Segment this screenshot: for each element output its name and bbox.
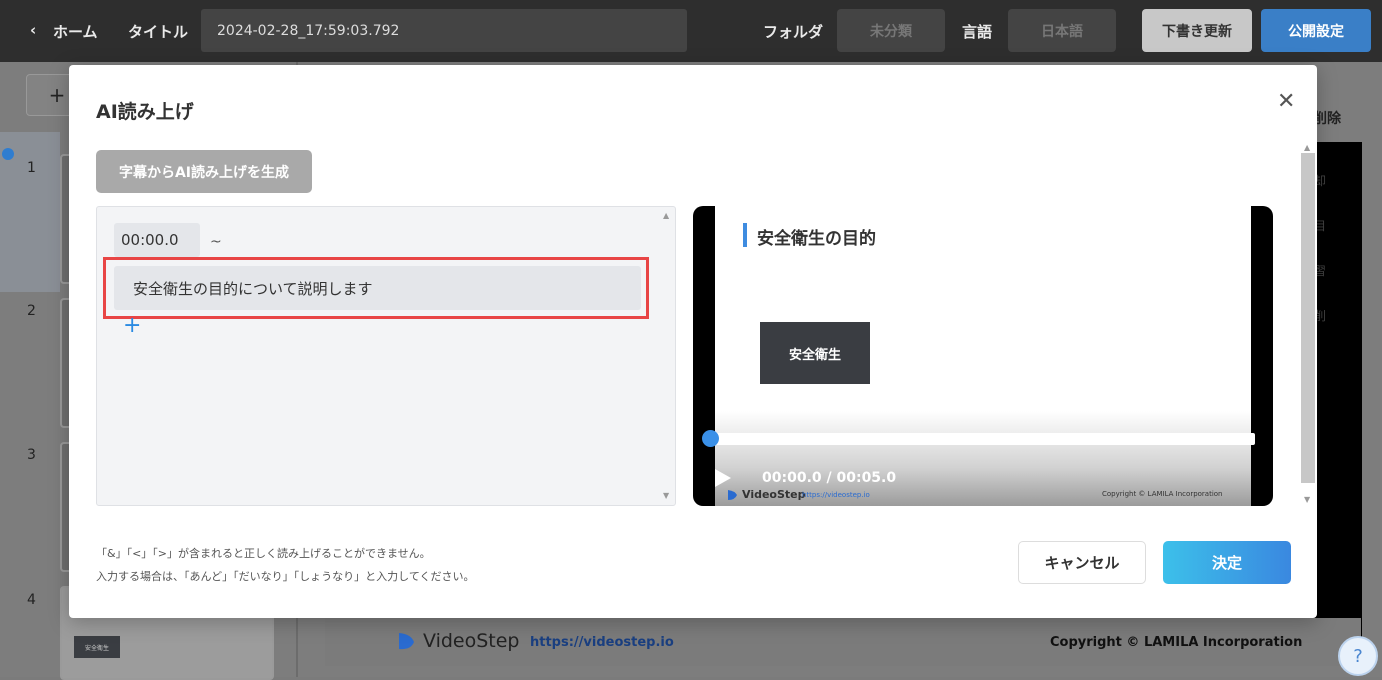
title-input[interactable] [201,9,687,52]
close-icon[interactable]: ✕ [1277,89,1295,114]
scroll-down-arrow-icon[interactable]: ▼ [663,491,669,500]
seek-bar[interactable] [710,433,1255,445]
draft-update-button[interactable]: 下書き更新 [1142,9,1252,52]
preview-url: https://videostep.io [802,491,870,499]
play-icon[interactable] [715,469,731,487]
videostep-logo-icon [399,633,414,650]
ai-narration-dialog: AI読み上げ ✕ 字幕からAI読み上げを生成 00:00.0 ~ 安全衛生の目的… [69,65,1317,618]
help-button[interactable]: ? [1338,636,1378,676]
video-preview[interactable]: 安全衛生の目的 安全衛生 00:00.0 / 00:05.0 VideoStep… [693,206,1273,506]
scroll-down-arrow-icon[interactable]: ▼ [1304,495,1310,504]
narration-editor: 00:00.0 ~ 安全衛生の目的について説明します + ▲ ▼ [96,206,676,506]
scroll-up-arrow-icon[interactable]: ▲ [663,211,669,220]
logo-text: VideoStep [742,488,806,501]
back-chevron-icon[interactable]: ‹ [30,21,36,39]
thumbnail-box-text: 安全衛生 [74,636,120,658]
videostep-logo: VideoStep [395,630,520,652]
logo-text: VideoStep [423,630,520,652]
slide-number: 4 [27,592,36,608]
slide-number: 3 [27,447,36,463]
playback-time: 00:00.0 / 00:05.0 [762,470,897,486]
delete-button[interactable]: 削除 [1313,108,1341,128]
slide-title: 安全衛生の目的 [757,229,876,249]
home-link[interactable]: ホーム [53,21,98,42]
highlight-box [103,257,649,319]
status-dot-icon [2,148,14,160]
preview-copyright: Copyright © LAMILA Incorporation [1102,490,1223,498]
footer-copyright: Copyright © LAMILA Incorporation [1050,635,1303,650]
scrollbar-thumb[interactable] [1301,153,1315,483]
top-bar: ‹ ホーム タイトル フォルダ 未分類 言語 日本語 下書き更新 公開設定 [0,0,1382,62]
warning-note-line2: 入力する場合は、「あんど」「だいなり」「しょうなり」と入力してください。 [96,570,475,583]
start-time-input[interactable]: 00:00.0 [114,223,200,257]
add-entry-plus-icon[interactable]: + [123,313,141,338]
seek-thumb[interactable] [702,430,719,447]
videostep-logo-icon [728,489,737,500]
cancel-button[interactable]: キャンセル [1018,541,1146,584]
dialog-scrollbar[interactable]: ▲ ▼ [1301,143,1315,505]
title-accent-bar [743,223,747,247]
slide-number: 1 [27,160,36,176]
warning-note-line1: 「&」「<」「>」が含まれると正しく読み上げることができません。 [96,547,431,560]
time-separator: ~ [210,234,222,250]
preview-logo: VideoStep [726,488,806,501]
generate-from-subtitles-button[interactable]: 字幕からAI読み上げを生成 [96,150,312,193]
slide-box: 安全衛生 [760,322,870,384]
folder-label: フォルダ [763,23,824,41]
slide-number: 2 [27,303,36,319]
scroll-up-arrow-icon[interactable]: ▲ [1304,143,1310,152]
dialog-title: AI読み上げ [96,101,194,123]
publish-settings-button[interactable]: 公開設定 [1261,9,1371,52]
title-label: タイトル [128,23,189,41]
footer-url: https://videostep.io [530,635,674,650]
confirm-button[interactable]: 決定 [1163,541,1291,584]
language-select[interactable]: 日本語 [1008,9,1116,52]
folder-select[interactable]: 未分類 [837,9,945,52]
language-label: 言語 [962,23,993,41]
